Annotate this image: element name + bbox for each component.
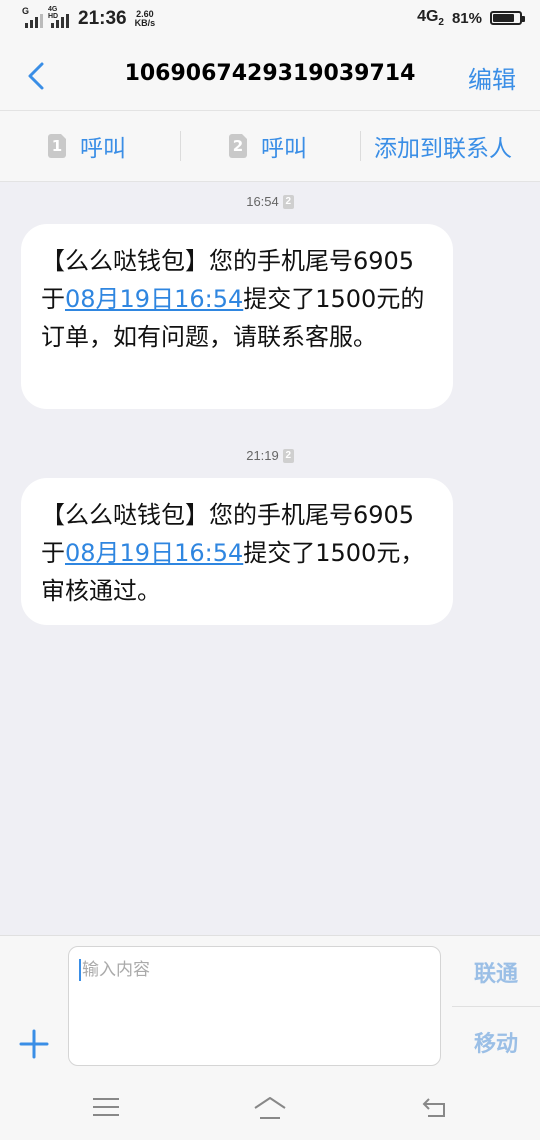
sim1-signal-icon: G — [22, 6, 43, 29]
add-attachment-icon[interactable] — [18, 1028, 50, 1060]
network-type-icon: 4G2 — [417, 8, 444, 28]
network-speed: 2.60 KB/s — [135, 10, 156, 28]
sim2-signal-icon: 4G HD — [48, 6, 69, 29]
sim-indicator-icon: 2 — [282, 194, 294, 209]
action-divider — [360, 131, 361, 161]
call-sim1-label: 呼叫 — [80, 136, 126, 162]
text-caret — [79, 959, 81, 981]
action-bar: 1 呼叫 2 呼叫 添加到联系人 — [0, 111, 540, 182]
send-unicom-button[interactable]: 联通 — [474, 956, 518, 988]
status-right: 4G2 81% — [417, 8, 525, 28]
home-icon[interactable] — [252, 1094, 288, 1122]
status-bar: G 4G HD 21:36 2.60 KB/s 4G2 81% — [0, 0, 540, 42]
composer: 输入内容 联通 移动 — [0, 935, 540, 1076]
message-date-link[interactable]: 08月19日16:54 — [65, 285, 243, 313]
message-timestamp: 21:19 2 — [0, 448, 540, 463]
message-input-placeholder: 输入内容 — [82, 960, 150, 980]
edit-button[interactable]: 编辑 — [468, 60, 516, 95]
conversation-header: 1069067429319039714 编辑 — [0, 42, 540, 111]
navigation-bar — [0, 1076, 540, 1140]
call-sim2-label: 呼叫 — [261, 136, 307, 162]
message-time: 21:19 — [246, 448, 279, 463]
sim1-icon: 1 — [48, 134, 66, 158]
message-bubble[interactable]: 【么么哒钱包】您的手机尾号6905于08月19日16:54提交了1500元，审核… — [21, 478, 453, 625]
message-bubble[interactable]: 【么么哒钱包】您的手机尾号6905于08月19日16:54提交了1500元的订单… — [21, 224, 453, 409]
network-speed-unit: KB/s — [134, 18, 156, 28]
menu-icon[interactable] — [91, 1094, 121, 1120]
network-sim: 2 — [438, 17, 444, 29]
back-nav-icon[interactable] — [420, 1094, 450, 1120]
message-date-link[interactable]: 08月19日16:54 — [65, 539, 243, 567]
network-type: 4G — [417, 8, 439, 25]
battery-icon — [490, 11, 525, 26]
send-mobile-button[interactable]: 移动 — [474, 1026, 518, 1058]
send-divider — [452, 1006, 540, 1007]
message-timestamp: 16:54 2 — [0, 194, 540, 209]
message-time: 16:54 — [246, 194, 279, 209]
message-input[interactable]: 输入内容 — [68, 946, 441, 1066]
action-divider — [180, 131, 181, 161]
battery-percent: 81% — [451, 9, 482, 27]
battery-fill — [493, 14, 515, 23]
clock: 21:36 — [78, 8, 127, 29]
add-to-contacts-button[interactable]: 添加到联系人 — [374, 111, 512, 181]
sim-indicator-icon: 2 — [282, 448, 294, 463]
call-sim2-button[interactable]: 2 呼叫 — [229, 111, 307, 181]
sim2-icon: 2 — [229, 134, 247, 158]
call-sim1-button[interactable]: 1 呼叫 — [48, 111, 126, 181]
status-left: G 4G HD 21:36 2.60 KB/s — [22, 6, 156, 30]
sender-number-title: 1069067429319039714 — [124, 61, 416, 86]
